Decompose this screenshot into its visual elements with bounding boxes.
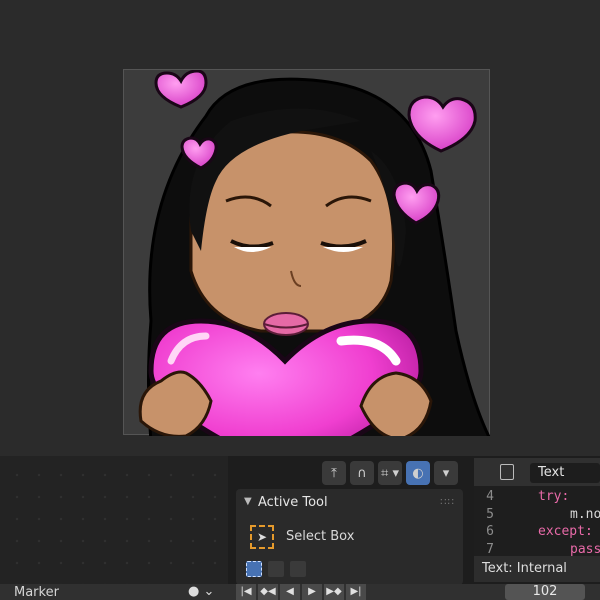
image-viewport[interactable] xyxy=(0,0,600,456)
jump-end-icon[interactable]: ▶| xyxy=(346,584,366,600)
keying-dot-icon[interactable]: ● ⌄ xyxy=(188,584,214,599)
text-datablock-name[interactable]: Text xyxy=(530,463,600,483)
text-editor-header: Text xyxy=(474,458,600,486)
line-number: 6 xyxy=(486,524,494,539)
grid-snap-icon[interactable]: ⌗ ▾ xyxy=(378,461,402,485)
emote-artwork xyxy=(138,70,491,436)
line-number: 4 xyxy=(486,489,494,504)
collapse-chevron-icon[interactable]: ▼ xyxy=(244,496,252,507)
image-frame xyxy=(123,69,491,436)
text-editor: Text 4 try: 5 m.no 6 except: 7 pass Text… xyxy=(474,458,600,582)
marker-menu[interactable]: Marker xyxy=(14,585,59,600)
mode-set-icon[interactable] xyxy=(246,561,262,577)
code-line: except: xyxy=(538,524,593,539)
gizmo-toolbar: ⤒ ∩ ⌗ ▾ ◐ ▾ xyxy=(322,460,458,486)
transform-pivot-icon[interactable]: ⤒ xyxy=(322,461,346,485)
drag-grip-icon[interactable]: ∷∷ xyxy=(440,497,455,508)
mode-subtract-icon[interactable] xyxy=(290,561,306,577)
selection-mode-group xyxy=(246,561,306,577)
select-box-icon[interactable]: ➤ xyxy=(250,525,274,549)
text-status-footer: Text: Internal xyxy=(474,556,600,582)
playback-controls: |◀ ◆◀ ◀ ▶ ▶◆ ▶| xyxy=(236,584,366,600)
active-tool-panel: ▼ Active Tool ∷∷ ➤ Select Box xyxy=(236,489,463,585)
overlay-icon[interactable]: ◐ xyxy=(406,461,430,485)
prev-keyframe-icon[interactable]: ◆◀ xyxy=(258,584,278,600)
mode-extend-icon[interactable] xyxy=(268,561,284,577)
tool-label: Select Box xyxy=(286,529,355,544)
play-icon[interactable]: ▶ xyxy=(302,584,322,600)
line-number: 5 xyxy=(486,506,494,522)
active-tool-title[interactable]: Active Tool xyxy=(258,495,328,510)
code-line: try: xyxy=(538,489,570,504)
overlay-dropdown-chevron-icon[interactable]: ▾ xyxy=(434,461,458,485)
play-reverse-icon[interactable]: ◀ xyxy=(280,584,300,600)
text-datablock-icon[interactable] xyxy=(500,464,514,480)
timeline-bar: Marker ● ⌄ |◀ ◆◀ ◀ ▶ ▶◆ ▶| 102 xyxy=(0,584,600,600)
next-keyframe-icon[interactable]: ▶◆ xyxy=(324,584,344,600)
code-line: m.no xyxy=(570,506,600,522)
current-frame-field[interactable]: 102 xyxy=(505,584,585,600)
snap-icon[interactable]: ∩ xyxy=(350,461,374,485)
jump-start-icon[interactable]: |◀ xyxy=(236,584,256,600)
node-editor-area[interactable] xyxy=(0,456,228,584)
